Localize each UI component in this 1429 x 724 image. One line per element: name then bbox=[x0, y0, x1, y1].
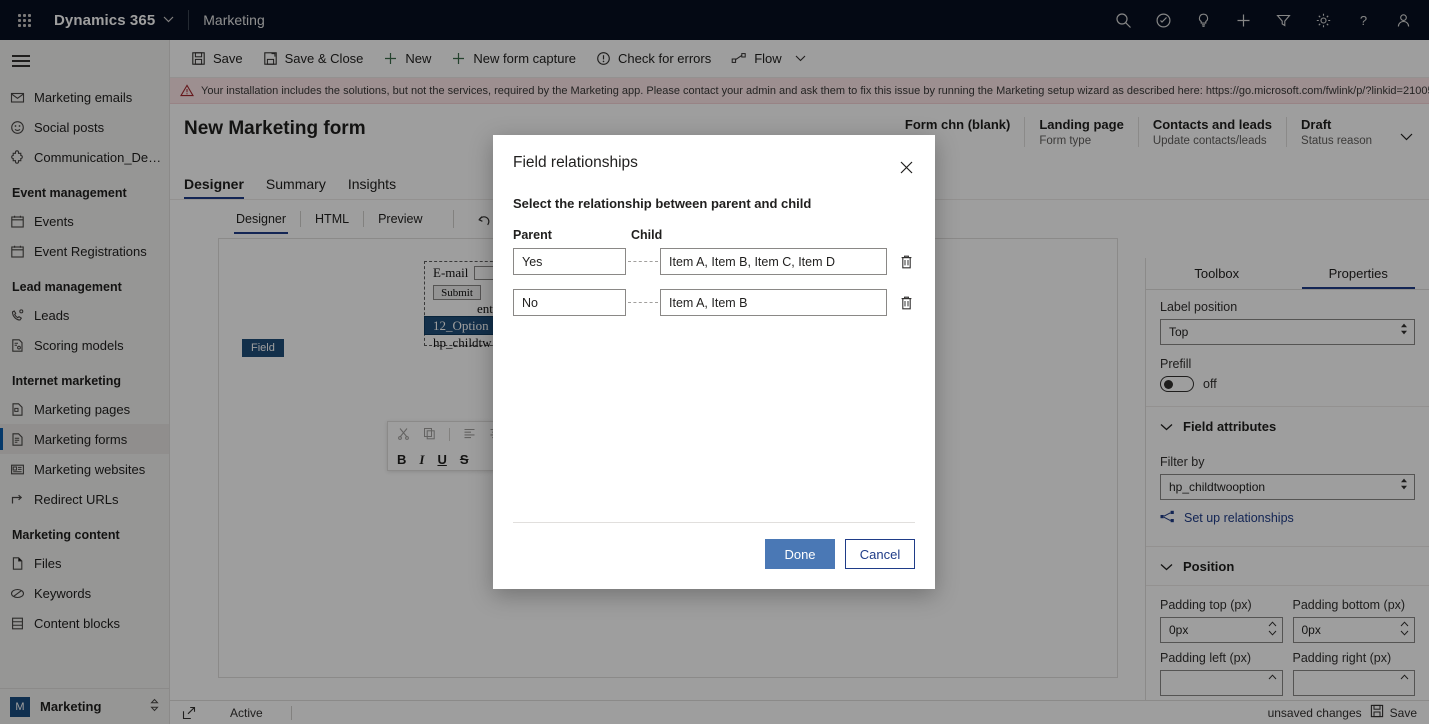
dialog-footer: Done Cancel bbox=[493, 523, 935, 589]
close-icon[interactable] bbox=[893, 154, 919, 180]
child-input[interactable]: Item A, Item B bbox=[660, 289, 887, 316]
relationship-row: Yes Item A, Item B, Item C, Item D bbox=[493, 242, 935, 275]
parent-input[interactable]: Yes bbox=[513, 248, 626, 275]
dialog-header: Field relationships bbox=[493, 135, 935, 180]
column-header-child: Child bbox=[631, 228, 663, 242]
parent-value: No bbox=[522, 295, 538, 310]
relationship-row: No Item A, Item B bbox=[493, 275, 935, 316]
relationship-connector bbox=[628, 302, 658, 303]
dialog-spacer bbox=[493, 316, 935, 522]
dialog-title: Field relationships bbox=[513, 154, 638, 171]
done-button[interactable]: Done bbox=[765, 539, 835, 569]
parent-input[interactable]: No bbox=[513, 289, 626, 316]
child-input[interactable]: Item A, Item B, Item C, Item D bbox=[660, 248, 887, 275]
parent-value: Yes bbox=[522, 254, 543, 269]
child-value: Item A, Item B bbox=[669, 295, 748, 310]
dialog-column-headers: Parent Child bbox=[493, 211, 935, 242]
column-header-parent: Parent bbox=[513, 228, 552, 242]
field-relationships-dialog: Field relationships Select the relations… bbox=[493, 135, 935, 589]
child-value: Item A, Item B, Item C, Item D bbox=[669, 254, 836, 269]
trash-icon[interactable] bbox=[891, 289, 921, 316]
dialog-subtitle: Select the relationship between parent a… bbox=[513, 196, 812, 211]
trash-icon[interactable] bbox=[891, 248, 921, 275]
cancel-button[interactable]: Cancel bbox=[845, 539, 915, 569]
dynamics-marketing-app: Dynamics 365 Marketing ? Marketing email… bbox=[0, 0, 1429, 724]
relationship-connector bbox=[628, 261, 658, 262]
